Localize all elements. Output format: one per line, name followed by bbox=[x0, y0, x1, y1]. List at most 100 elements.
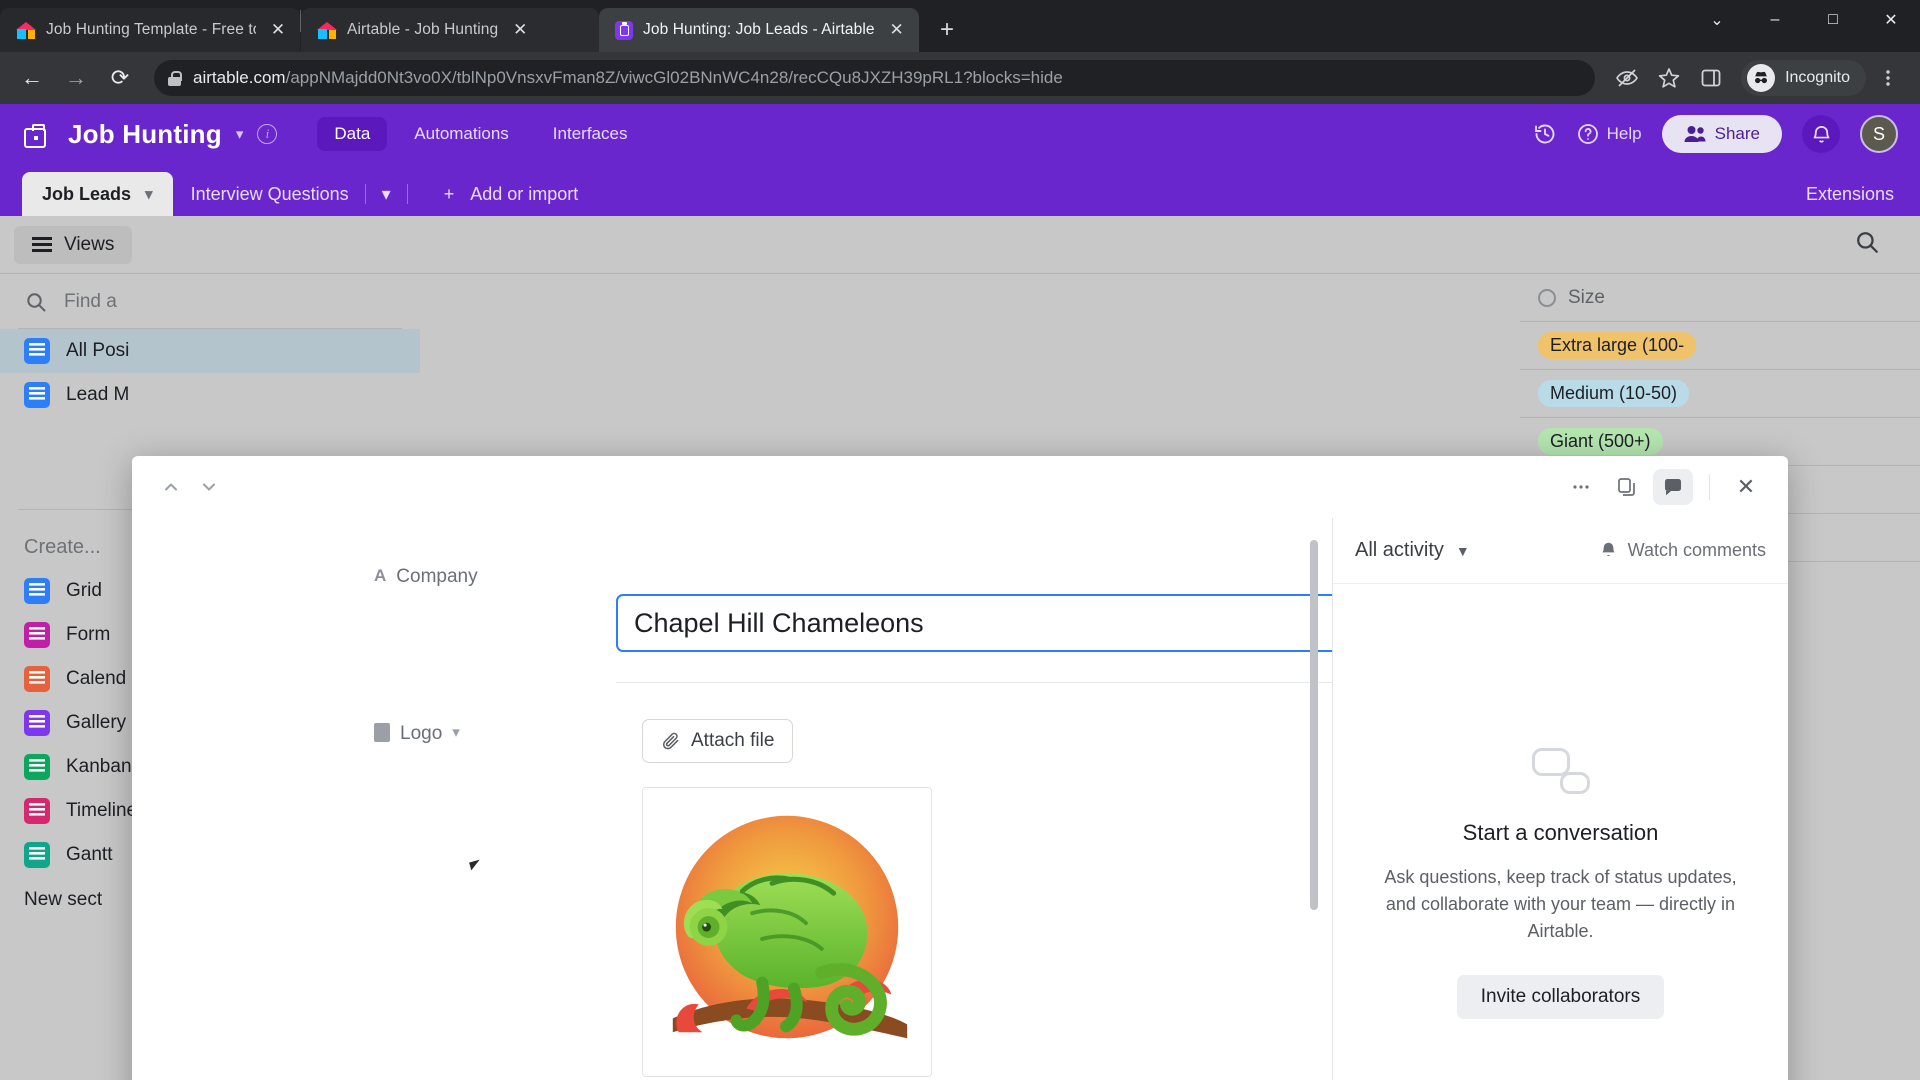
new-tab-button[interactable]: + bbox=[929, 12, 965, 48]
browser-tab-3-active[interactable]: Job Hunting: Job Leads - Airtable ✕ bbox=[599, 8, 919, 52]
watch-comments-button[interactable]: Watch comments bbox=[1599, 540, 1766, 561]
share-button[interactable]: Share bbox=[1661, 115, 1782, 153]
field-label: A Company bbox=[374, 562, 642, 588]
extensions-button[interactable]: Extensions bbox=[1780, 172, 1920, 216]
tables-chevron-down-icon[interactable]: ▾ bbox=[382, 184, 391, 205]
share-people-icon bbox=[1684, 126, 1706, 142]
table-row[interactable]: Extra large (100- bbox=[1520, 322, 1920, 370]
clipboard-favicon-icon bbox=[615, 20, 633, 40]
notifications-bell-icon[interactable] bbox=[1802, 115, 1840, 153]
grid-column-header-size[interactable]: Size bbox=[1520, 274, 1920, 322]
close-tab-icon[interactable]: ✕ bbox=[885, 18, 909, 42]
toggle-comments-icon[interactable] bbox=[1653, 469, 1693, 505]
field-label-text: Logo bbox=[400, 723, 443, 744]
tab-data[interactable]: Data bbox=[317, 117, 388, 151]
field-label-text: Company bbox=[396, 566, 478, 587]
bell-icon bbox=[1601, 542, 1615, 556]
help-label: Help bbox=[1606, 124, 1642, 143]
activity-filter-label: All activity bbox=[1355, 539, 1444, 561]
table-tab-label: Interview Questions bbox=[190, 183, 349, 204]
views-toolbar: Views bbox=[0, 216, 1920, 274]
activity-filter-dropdown[interactable]: All activity ▼ bbox=[1355, 539, 1470, 562]
view-label: All Posi bbox=[66, 340, 130, 361]
browser-tab-strip: Job Hunting Template - Free to U ✕ Airta… bbox=[0, 0, 1920, 52]
close-tab-icon[interactable]: ✕ bbox=[508, 18, 532, 42]
empty-state-title: Start a conversation bbox=[1462, 820, 1659, 845]
company-input[interactable]: Chapel Hill Chameleons bbox=[616, 594, 1332, 652]
attachment-thumbnail[interactable] bbox=[642, 787, 932, 1077]
divider bbox=[1709, 474, 1710, 500]
window-minimize-icon[interactable]: – bbox=[1746, 0, 1804, 40]
calendar-icon bbox=[24, 666, 50, 692]
form-icon bbox=[24, 622, 50, 648]
back-icon[interactable]: ← bbox=[12, 58, 52, 98]
column-header-label: Size bbox=[1568, 286, 1605, 308]
close-tab-icon[interactable]: ✕ bbox=[266, 18, 290, 42]
next-record-icon[interactable] bbox=[192, 471, 226, 503]
create-label: Form bbox=[66, 624, 111, 645]
create-label: Grid bbox=[66, 580, 102, 601]
table-row[interactable]: Medium (10-50) bbox=[1520, 370, 1920, 418]
invite-collaborators-button[interactable]: Invite collaborators bbox=[1456, 975, 1665, 1019]
browser-tab-1[interactable]: Job Hunting Template - Free to U ✕ bbox=[0, 8, 300, 52]
share-label: Share bbox=[1714, 124, 1760, 143]
forward-icon[interactable]: → bbox=[56, 58, 96, 98]
maximize-icon[interactable]: □ bbox=[1804, 0, 1862, 40]
browser-tab-2[interactable]: Airtable - Job Hunting ✕ bbox=[301, 8, 599, 52]
empty-state-subtitle: Ask questions, keep track of status upda… bbox=[1384, 867, 1737, 941]
close-window-icon[interactable]: ✕ bbox=[1862, 0, 1920, 40]
tab-automations[interactable]: Automations bbox=[397, 117, 526, 151]
vertical-scrollbar[interactable] bbox=[1310, 540, 1318, 910]
table-tab-label: Job Leads bbox=[42, 183, 132, 204]
create-label: Timeline bbox=[66, 800, 138, 821]
profile-label: Incognito bbox=[1785, 69, 1850, 86]
table-tab-job-leads[interactable]: Job Leads ▾ bbox=[22, 172, 173, 216]
table-chevron-down-icon[interactable]: ▾ bbox=[145, 185, 153, 203]
create-label: Gallery bbox=[66, 712, 127, 733]
grid-icon bbox=[24, 578, 50, 604]
add-or-import-button[interactable]: + Add or import bbox=[426, 172, 597, 216]
divider bbox=[364, 184, 366, 204]
browser-tab-title: Job Hunting: Job Leads - Airtable bbox=[643, 21, 875, 38]
history-icon[interactable] bbox=[1533, 122, 1557, 146]
address-bar[interactable]: airtable.com/appNMajdd0Nt3vo0X/tblNp0Vns… bbox=[154, 60, 1596, 96]
profile-incognito-button[interactable]: Incognito bbox=[1741, 60, 1866, 96]
sidebar-view-lead-m[interactable]: Lead M bbox=[0, 373, 420, 417]
views-toggle-button[interactable]: Views bbox=[14, 225, 133, 264]
field-chevron-down-icon[interactable]: ▾ bbox=[452, 723, 460, 1080]
reload-icon[interactable]: ⟳ bbox=[100, 58, 140, 98]
tracking-protection-icon[interactable] bbox=[1607, 58, 1647, 98]
comments-empty-state: Start a conversation Ask questions, keep… bbox=[1333, 584, 1788, 1080]
timeline-icon bbox=[24, 798, 50, 824]
divider bbox=[406, 184, 408, 204]
bookmark-star-icon[interactable] bbox=[1649, 58, 1689, 98]
text-field-icon: A bbox=[374, 566, 387, 585]
help-button[interactable]: Help bbox=[1577, 123, 1642, 145]
user-avatar[interactable]: S bbox=[1860, 115, 1898, 153]
attach-file-button[interactable]: Attach file bbox=[642, 719, 794, 763]
field-logo: Logo ▾ Attach file bbox=[374, 719, 1332, 1080]
copy-record-url-icon[interactable] bbox=[1607, 469, 1647, 505]
chrome-menu-icon[interactable] bbox=[1868, 58, 1908, 98]
side-panel-icon[interactable] bbox=[1691, 58, 1731, 98]
grid-search-icon[interactable] bbox=[1854, 229, 1906, 260]
search-icon bbox=[27, 293, 46, 312]
attachment-field-icon bbox=[374, 723, 390, 742]
base-chevron-down-icon[interactable]: ▾ bbox=[236, 125, 244, 143]
more-options-icon[interactable] bbox=[1561, 469, 1601, 505]
tab-interfaces[interactable]: Interfaces bbox=[536, 117, 645, 151]
incognito-icon bbox=[1747, 64, 1776, 92]
chat-bubbles-icon bbox=[1531, 748, 1590, 794]
chevron-down-icon: ▼ bbox=[1455, 542, 1470, 559]
airtable-favicon-icon bbox=[317, 20, 337, 40]
record-modal-body: A Company Chapel Hill Chameleons Logo ▾ … bbox=[132, 518, 1788, 1080]
find-view-input[interactable]: Find a bbox=[0, 274, 420, 328]
comments-header: All activity ▼ Watch comments bbox=[1333, 518, 1788, 584]
table-tab-interview-questions[interactable]: Interview Questions ▾ bbox=[173, 172, 426, 216]
previous-record-icon[interactable] bbox=[154, 471, 188, 503]
minimize-icon[interactable]: ⌄ bbox=[1688, 0, 1746, 40]
browser-toolbar: ← → ⟳ airtable.com/appNMajdd0Nt3vo0X/tbl… bbox=[0, 52, 1920, 104]
close-modal-icon[interactable]: ✕ bbox=[1726, 469, 1766, 505]
sidebar-view-all-positions[interactable]: All Posi bbox=[0, 329, 420, 373]
base-info-icon[interactable]: i bbox=[257, 124, 278, 144]
